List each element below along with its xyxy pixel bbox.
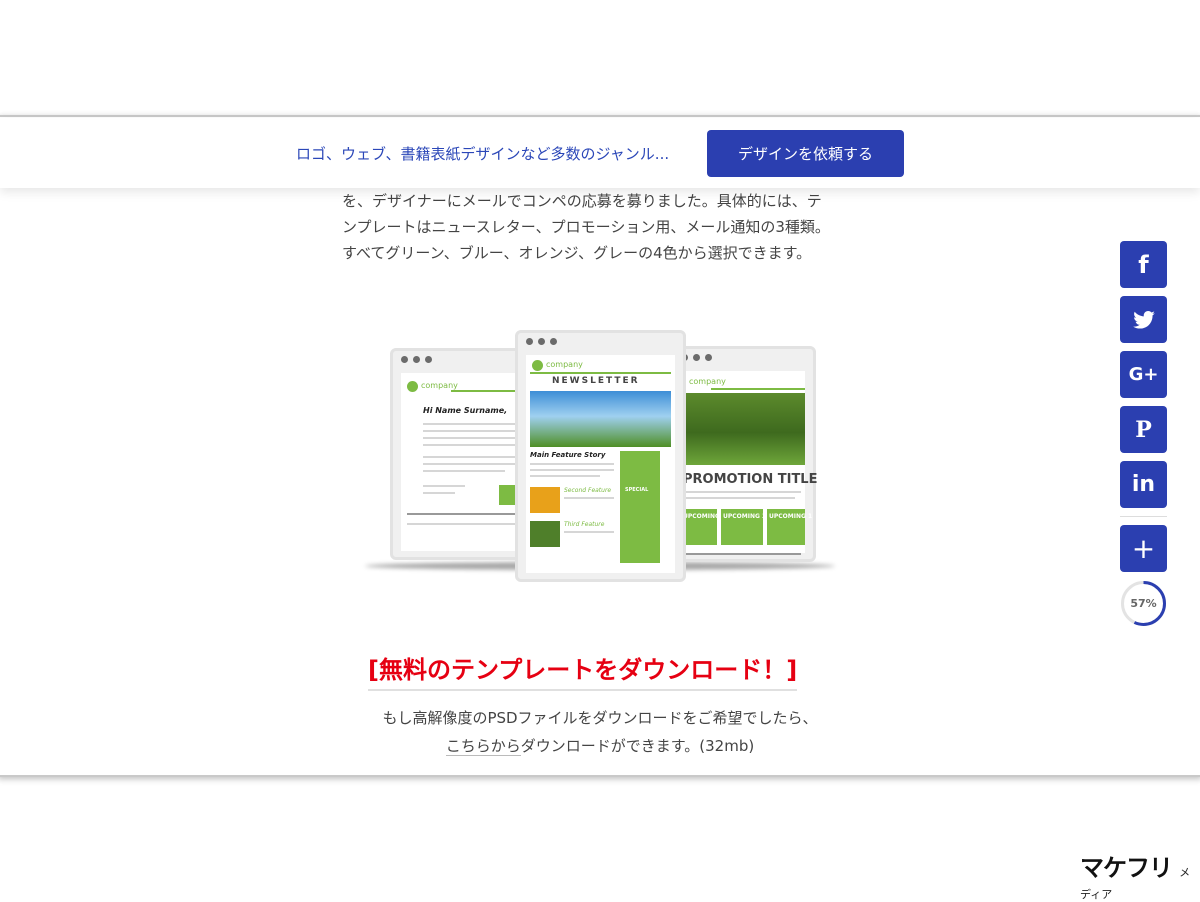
- reading-progress: 57%: [1120, 580, 1167, 627]
- download-description: もし高解像度のPSDファイルをダウンロードをご希望でしたら、 こちらからダウンロ…: [340, 704, 860, 760]
- twitter-icon: [1132, 310, 1155, 329]
- download-line-2: ダウンロードができます。(32mb): [520, 737, 755, 755]
- download-line-1: もし高解像度のPSDファイルをダウンロードをご希望でしたら、: [382, 709, 818, 727]
- site-logo[interactable]: マケフリ メディア: [1080, 848, 1200, 902]
- flower-image: [530, 487, 560, 513]
- main-story-heading: Main Feature Story: [530, 451, 606, 459]
- facebook-icon: f: [1138, 250, 1149, 279]
- sidebar-column: SPECIAL: [620, 451, 660, 563]
- greeting-text: Hi Name Surname,: [423, 406, 508, 415]
- second-feature-heading: Second Feature: [564, 487, 612, 494]
- linkedin-icon: in: [1131, 472, 1156, 497]
- tea-field-image: [681, 393, 805, 465]
- upcoming-2-label: UPCOMING 2: [683, 513, 727, 520]
- company-logo-icon: [532, 360, 543, 371]
- request-design-button[interactable]: デザインを依頼する: [707, 130, 904, 177]
- progress-label: 57%: [1130, 597, 1157, 610]
- share-sidebar: f G+ P in + 57%: [1120, 241, 1167, 627]
- article-paragraph: を、デザイナーにメールでコンペの応募を募りました。具体的には、テ ンプレートはニ…: [342, 188, 862, 266]
- pinterest-share-button[interactable]: P: [1120, 406, 1167, 453]
- googleplus-icon: G+: [1128, 364, 1159, 385]
- newsletter-title-text: NEWSLETTER: [552, 376, 640, 386]
- third-feature-heading: Third Feature: [564, 521, 605, 528]
- template-illustration: company Hi Name Surname, company PROMOTI: [360, 330, 840, 582]
- share-divider: [1120, 516, 1167, 517]
- upcoming-3-label: UPCOMING 3: [723, 513, 767, 520]
- paragraph-line: ンプレートはニュースレター、プロモーション用、メール通知の3種類。: [342, 218, 830, 236]
- facebook-share-button[interactable]: f: [1120, 241, 1167, 288]
- linkedin-share-button[interactable]: in: [1120, 461, 1167, 508]
- promotion-preview: company PROMOTION TITLE UPCOMING 2 UPCOM…: [670, 346, 818, 562]
- download-heading: [無料のテンプレートをダウンロード！]: [368, 650, 798, 691]
- promo-text[interactable]: ロゴ、ウェブ、書籍表紙デザインなど多数のジャンル...: [296, 143, 669, 164]
- plus-icon: +: [1131, 532, 1156, 565]
- company-logo-text: company: [421, 381, 458, 390]
- company-logo-icon: [407, 381, 418, 392]
- special-label: SPECIAL: [625, 487, 649, 493]
- upcoming-1-label: UPCOMING 1: [769, 513, 813, 520]
- sticky-header: ロゴ、ウェブ、書籍表紙デザインなど多数のジャンル... デザインを依頼する: [0, 118, 1200, 188]
- googleplus-share-button[interactable]: G+: [1120, 351, 1167, 398]
- more-share-button[interactable]: +: [1120, 525, 1167, 572]
- company-logo-text: company: [689, 377, 726, 386]
- brand-name: マケフリ: [1080, 854, 1173, 882]
- company-logo-text: company: [546, 360, 583, 369]
- plant-image: [530, 521, 560, 547]
- paragraph-line: すべてグリーン、ブルー、オレンジ、グレーの4色から選択できます。: [342, 244, 812, 262]
- promotion-title-text: PROMOTION TITLE: [683, 472, 818, 487]
- twitter-share-button[interactable]: [1120, 296, 1167, 343]
- leaves-image: [530, 391, 671, 447]
- paragraph-line: を、デザイナーにメールでコンペの応募を募りました。具体的には、テ: [342, 192, 822, 210]
- download-link[interactable]: こちらから: [445, 737, 521, 756]
- pinterest-icon: P: [1135, 416, 1152, 443]
- newsletter-preview: company NEWSLETTER Main Feature Story Se…: [515, 330, 686, 582]
